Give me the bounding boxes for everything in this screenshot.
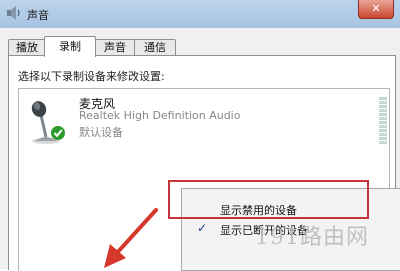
- check-icon: ✓: [197, 221, 208, 235]
- arrow-icon: [104, 208, 158, 268]
- tab-communications[interactable]: 通信: [134, 39, 176, 56]
- watermark: 191路由网: [255, 225, 369, 250]
- microphone-icon: [31, 101, 65, 144]
- title-bar: 声音 ✕: [0, 0, 400, 29]
- window-title: 声音: [27, 9, 49, 22]
- tab-strip: 播放 录制 声音 通信: [8, 36, 392, 57]
- highlight-box: [168, 180, 369, 219]
- instruction-text: 选择以下录制设备来修改设置:: [18, 70, 165, 83]
- tab-sounds[interactable]: 声音: [94, 39, 136, 56]
- tab-recording[interactable]: 录制: [44, 36, 96, 57]
- device-description: Realtek High Definition Audio: [79, 109, 241, 122]
- close-button[interactable]: ✕: [358, 0, 394, 19]
- tab-playback[interactable]: 播放: [8, 39, 46, 56]
- level-meter: [379, 97, 387, 144]
- device-status: 默认设备: [79, 126, 123, 139]
- default-check-icon: [51, 126, 65, 140]
- speaker-icon: [7, 6, 20, 20]
